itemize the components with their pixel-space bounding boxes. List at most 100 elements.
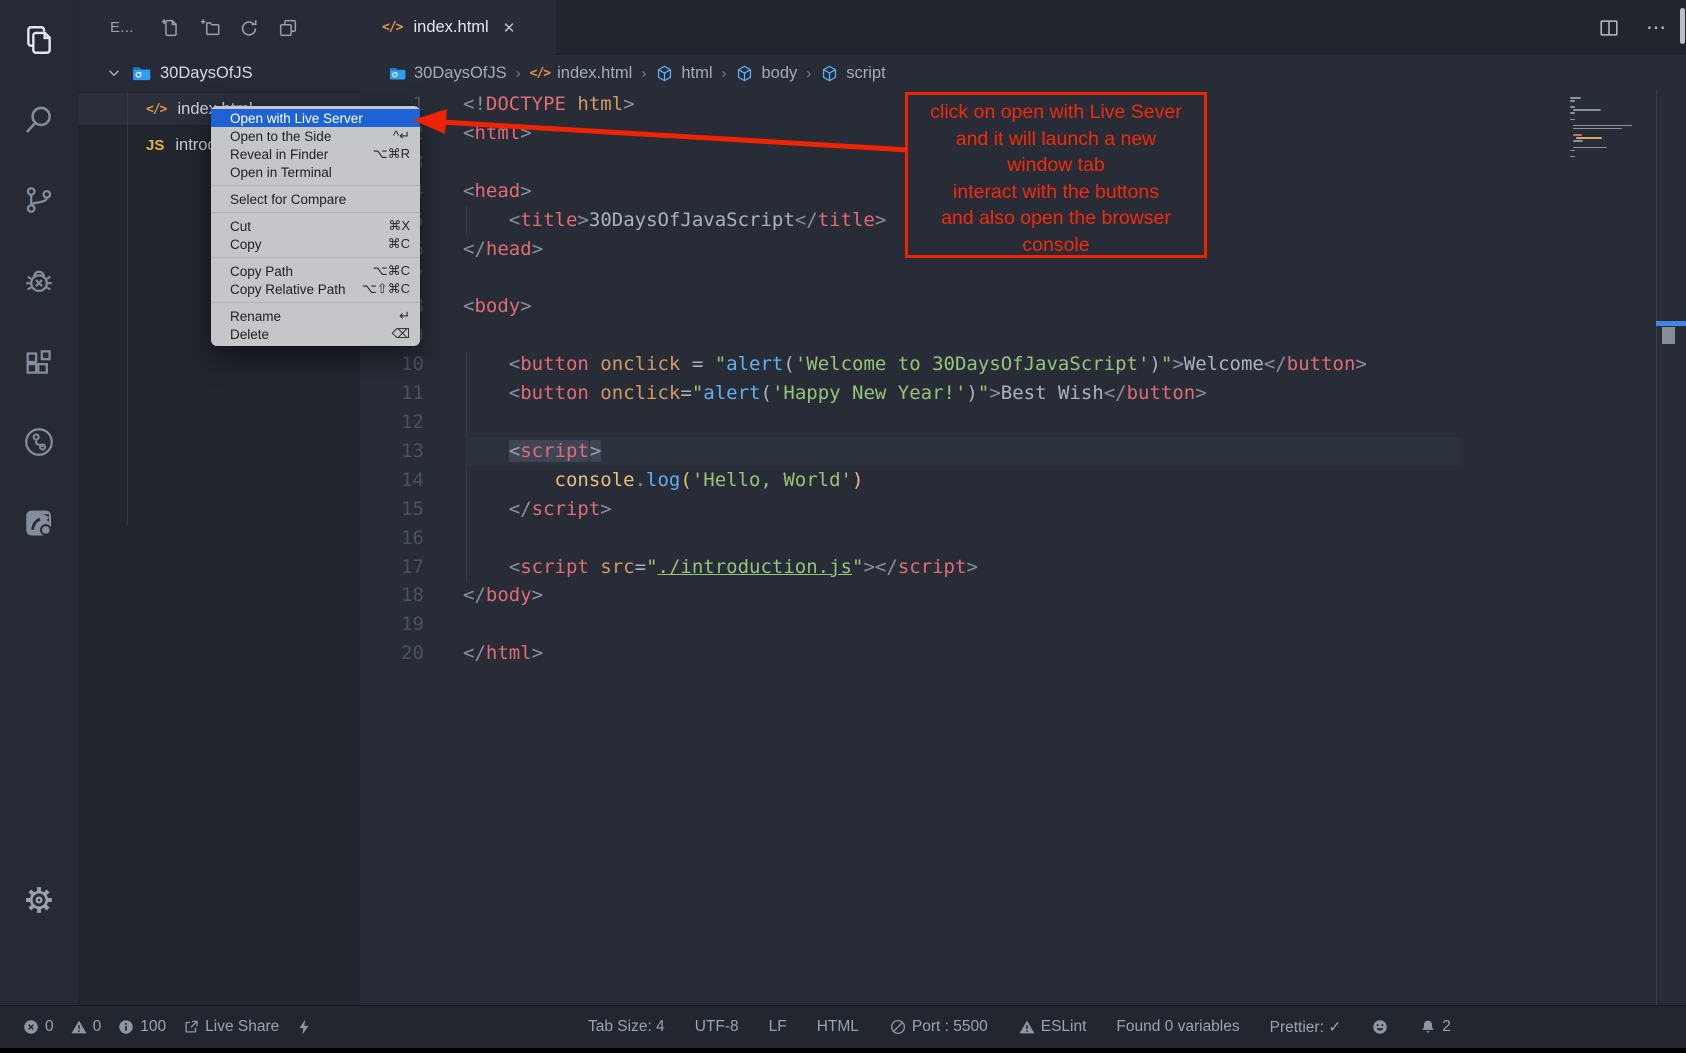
code-line: 16 [360,524,1656,553]
menu-item-rename[interactable]: Rename↵ [211,307,420,325]
code-line: 13 <script> [360,437,1656,466]
line-number: 11 [360,379,424,408]
line-number: 18 [360,581,424,610]
tab-strip: </> index.html ✕ ⋯ [360,0,1686,55]
err-icon [22,1018,40,1036]
code-line: 15 </script> [360,495,1656,524]
minimap[interactable] [1570,97,1650,157]
extensions-icon[interactable] [0,327,78,397]
tab-index-html[interactable]: </> index.html ✕ [360,0,556,55]
breadcrumb-body[interactable]: body [735,64,797,83]
menu-item-open-to-the-side[interactable]: Open to the Side^↵ [211,127,420,145]
status-eslint[interactable]: ESLint [1018,1018,1087,1036]
menu-item-select-for-compare[interactable]: Select for Compare [211,190,420,208]
tab-close-icon[interactable]: ✕ [503,19,516,37]
status-feedback[interactable] [1371,1018,1389,1036]
editor-actions: ⋯ [1598,0,1668,55]
refresh-icon[interactable] [238,17,260,39]
warnf-icon [70,1018,88,1036]
status-encoding[interactable]: UTF-8 [695,1018,739,1036]
menu-separator [211,257,420,258]
menu-item-open-with-live-server[interactable]: Open with Live Server [211,109,420,127]
breadcrumb-index.html[interactable]: </>index.html [530,64,633,83]
status-notifications[interactable]: 2 [1419,1018,1451,1036]
breadcrumb-script[interactable]: script [820,64,885,83]
status-eol[interactable]: LF [769,1018,787,1036]
search-icon[interactable] [0,85,78,155]
bottom-black-strip [0,1048,1686,1053]
annotation-line: window tab [908,152,1204,179]
status-live-server-port[interactable]: Port : 5500 [889,1018,988,1036]
source-control-icon[interactable] [0,165,78,235]
context-menu: Open with Live ServerOpen to the Side^↵R… [211,106,420,346]
settings-gear-icon[interactable] [0,870,78,930]
overview-ruler-border [1656,90,1657,1005]
line-number: 15 [360,495,424,524]
run-debug-icon[interactable] [0,246,78,316]
code-line: 8<body> [360,292,1656,321]
vscode-window: E... 30DaysOfJS </>index.htmlJSintroduct… [0,0,1686,1053]
breadcrumb-30DaysOfJS[interactable]: 30DaysOfJS [388,64,507,83]
status-variables-found[interactable]: Found 0 variables [1116,1018,1239,1036]
menu-item-copy-path[interactable]: Copy Path⌥⌘C [211,262,420,280]
folder-label: 30DaysOfJS [160,64,253,83]
port-icon [889,1018,907,1036]
line-number: 19 [360,610,424,639]
new-folder-icon[interactable] [199,17,221,39]
annotation-line: click on open with Live Sever [908,99,1204,126]
collapse-all-icon[interactable] [277,17,299,39]
explorer-actions [160,17,299,39]
chevron-down-icon[interactable] [105,64,123,82]
annotation-line: interact with the buttons [908,179,1204,206]
code-line: 7 [360,263,1656,292]
line-number: 17 [360,553,424,582]
menu-item-copy-relative-path[interactable]: Copy Relative Path⌥⇧⌘C [211,280,420,298]
split-editor-icon[interactable] [1598,17,1620,39]
line-number: 14 [360,466,424,495]
line-number: 13 [360,437,424,466]
code-line: 12 [360,408,1656,437]
info-icon [117,1018,135,1036]
more-actions-icon[interactable]: ⋯ [1646,15,1668,40]
explorer-icon[interactable] [0,5,78,75]
status-errors[interactable]: 0 [22,1018,54,1036]
code-line: 20</html> [360,639,1656,668]
code-line: 18</body> [360,581,1656,610]
html-file-icon: </> [382,20,402,35]
annotation-line: and it will launch a new [908,126,1204,153]
breadcrumb-html[interactable]: html [655,64,712,83]
menu-item-delete[interactable]: Delete⌫ [211,325,420,343]
new-file-icon[interactable] [160,17,182,39]
status-info-count[interactable]: 100 [117,1018,166,1036]
tabstrip-scrollbar-thumb[interactable] [1680,8,1685,44]
status-warnings[interactable]: 0 [70,1018,102,1036]
share-extension-icon[interactable] [0,487,78,557]
status-prettier[interactable]: Prettier: ✓ [1270,1018,1342,1037]
line-number: 20 [360,639,424,668]
live-share-icon[interactable] [0,407,78,477]
menu-item-copy[interactable]: Copy⌘C [211,235,420,253]
breadcrumb: 30DaysOfJS›</>index.html›html›body›scrip… [360,55,1686,91]
code-line: 14 console.log('Hello, World') [360,466,1656,495]
status-language-mode[interactable]: HTML [817,1018,859,1036]
line-number: 12 [360,408,424,437]
menu-item-cut[interactable]: Cut⌘X [211,217,420,235]
menu-separator [211,302,420,303]
status-live-share[interactable]: Live Share [182,1018,279,1036]
explorer-title: E... [110,19,134,36]
export-icon [182,1018,200,1036]
tree-indent-guide [127,92,128,525]
status-tab-size[interactable]: Tab Size: 4 [588,1018,665,1036]
status-bar: 00 100 Live Share Tab Size: 4 UTF-8 LF HTML Po… [0,1005,1686,1048]
breadcrumb-separator: › [721,65,726,82]
menu-item-open-in-terminal[interactable]: Open in Terminal [211,163,420,181]
folder-row-30daysofjs[interactable]: 30DaysOfJS [78,57,360,89]
scrollbar-thumb[interactable] [1662,327,1675,344]
html-file-icon: </> [530,66,550,81]
status-quick-action[interactable] [295,1018,313,1036]
bell-icon [1419,1018,1437,1036]
menu-item-reveal-in-finder[interactable]: Reveal in Finder⌥⌘R [211,145,420,163]
line-number: 16 [360,524,424,553]
bolt-icon [295,1018,313,1036]
line-number: 10 [360,350,424,379]
